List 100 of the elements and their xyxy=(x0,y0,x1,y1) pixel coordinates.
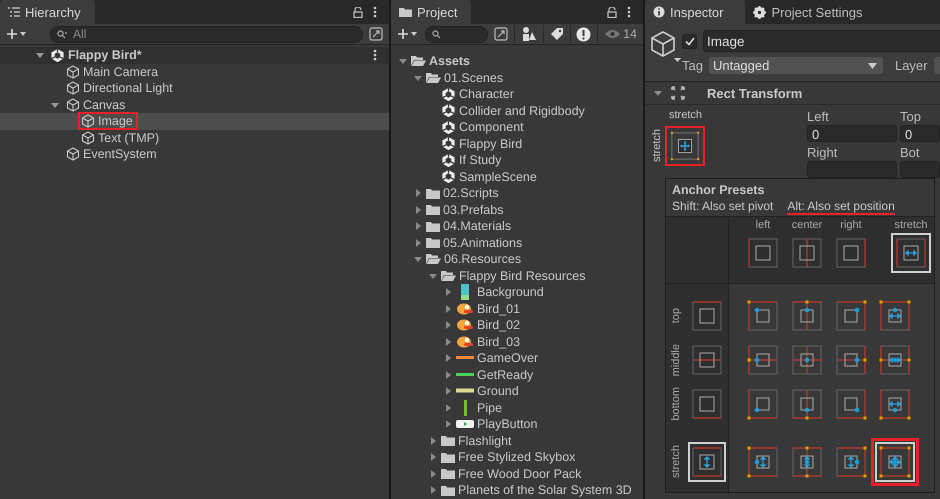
hidden-packages-button[interactable]: 14 xyxy=(604,27,637,41)
hint-text: Shift: Also set pivot xyxy=(672,199,774,215)
tag-dropdown[interactable]: Untagged xyxy=(708,57,883,74)
project-item[interactable]: Ground xyxy=(391,383,643,400)
project-item[interactable]: 03.Prefabs xyxy=(391,202,643,218)
caret-icon xyxy=(868,62,877,68)
search-field[interactable] xyxy=(425,26,488,42)
more-menu-icon[interactable] xyxy=(373,6,377,18)
search-field[interactable]: All xyxy=(50,26,363,42)
project-item[interactable]: Flappy Bird xyxy=(391,136,643,152)
number-field[interactable] xyxy=(900,161,940,178)
project-item[interactable]: Flashlight xyxy=(391,432,643,449)
field-label: Right xyxy=(807,145,838,160)
folder-icon xyxy=(426,220,440,232)
hierarchy-item[interactable]: Flappy Bird* xyxy=(0,47,389,64)
project-item[interactable]: PlayButton xyxy=(391,416,643,432)
search-icon xyxy=(57,30,68,38)
project-item[interactable]: GameOver xyxy=(391,350,643,366)
field-label: Top xyxy=(900,109,922,124)
project-item[interactable]: 05.Animations xyxy=(391,234,643,251)
expand-arrow-icon[interactable] xyxy=(653,88,663,98)
eye-icon xyxy=(604,29,622,39)
project-item[interactable]: Component xyxy=(391,119,643,136)
bird-sprite-icon xyxy=(456,318,474,332)
hierarchy-item[interactable]: Main Camera xyxy=(0,64,389,80)
project-item[interactable]: Character xyxy=(391,86,643,102)
anchor-presets-button[interactable] xyxy=(665,126,705,166)
project-item[interactable]: Bird_01 xyxy=(391,300,643,317)
lock-icon[interactable] xyxy=(607,6,617,18)
project-item[interactable]: Free Stylized Skybox xyxy=(391,449,643,466)
tag-icon[interactable] xyxy=(550,27,564,41)
project-tab[interactable]: Project xyxy=(391,0,472,24)
cube-icon[interactable] xyxy=(650,30,682,64)
component-header[interactable]: Rect Transform xyxy=(645,82,940,105)
info-icon xyxy=(653,6,665,18)
project-item[interactable]: Bird_03 xyxy=(391,334,643,350)
project-item[interactable]: Pipe xyxy=(391,400,643,416)
anchor-horizontal-label: stretch xyxy=(669,109,704,121)
hierarchy-item[interactable]: Directional Light xyxy=(0,80,389,96)
number-field[interactable]: 0 xyxy=(900,125,940,142)
unity-scene-icon xyxy=(441,152,456,168)
project-item[interactable]: Collider and Rigidbody xyxy=(391,102,643,119)
cube-icon xyxy=(81,114,95,128)
project-item[interactable]: 01.Scenes xyxy=(391,70,643,86)
expand-arrow-icon[interactable] xyxy=(398,56,408,66)
project-item[interactable]: Bird_02 xyxy=(391,317,643,334)
warning-icon[interactable] xyxy=(576,26,592,42)
project-item[interactable]: Free Wood Door Pack xyxy=(391,466,643,482)
active-checkbox[interactable] xyxy=(682,34,697,48)
row-label: top xyxy=(670,308,682,324)
unity-scene-icon xyxy=(441,120,456,135)
cube-icon xyxy=(66,147,80,162)
row-label: middle xyxy=(670,344,682,376)
add-dropdown-button[interactable] xyxy=(397,28,419,40)
bird-sprite-icon xyxy=(456,334,474,349)
project-item[interactable]: If Study xyxy=(391,152,643,168)
folder-icon xyxy=(399,7,412,17)
column-label: left xyxy=(756,219,770,231)
unity-scene-icon xyxy=(441,103,456,118)
project-item[interactable]: Flappy Bird Resources xyxy=(391,268,643,284)
project-item[interactable]: 02.Scripts xyxy=(391,185,643,202)
project-item[interactable]: Planets of the Solar System 3D xyxy=(391,482,643,498)
hierarchy-item[interactable]: Image xyxy=(0,113,389,130)
scene-view-icon[interactable] xyxy=(369,27,383,41)
hierarchy-item[interactable]: Text (TMP) xyxy=(0,130,389,146)
folder-icon xyxy=(441,468,455,480)
row-label: stretch xyxy=(670,445,682,478)
name-field[interactable]: Image xyxy=(703,30,940,52)
add-dropdown-button[interactable] xyxy=(6,28,28,40)
more-menu-icon[interactable] xyxy=(627,6,631,18)
expand-arrow-icon[interactable] xyxy=(412,254,422,264)
column-label: right xyxy=(840,219,862,231)
sprite-thumbnail-icon xyxy=(456,388,474,394)
folder-icon xyxy=(426,237,440,248)
search-icon xyxy=(432,30,441,38)
anchor-preset-button[interactable] xyxy=(688,442,726,482)
expand-arrow-icon[interactable] xyxy=(34,50,44,60)
unity-scene-icon xyxy=(50,48,65,63)
inspector-tab[interactable]: Project Settings xyxy=(745,0,877,24)
hierarchy-item[interactable]: EventSystem xyxy=(0,146,389,162)
anchor-preset-button[interactable] xyxy=(891,233,931,273)
scene-view-icon[interactable] xyxy=(494,27,508,41)
hierarchy-tab[interactable]: Hierarchy xyxy=(0,0,95,24)
project-item[interactable]: 04.Materials xyxy=(391,218,643,234)
list-icon xyxy=(8,7,20,17)
folder-icon xyxy=(441,452,455,463)
open-folder-icon xyxy=(426,72,441,84)
inspector-tab[interactable]: Inspector xyxy=(645,0,746,24)
number-field[interactable]: 0 xyxy=(807,125,897,142)
number-field[interactable] xyxy=(807,161,897,178)
cube-icon xyxy=(66,81,80,96)
more-menu-icon[interactable] xyxy=(373,49,377,62)
shapes-icon[interactable] xyxy=(520,26,537,42)
project-item[interactable]: Assets xyxy=(391,53,643,70)
hierarchy-item[interactable]: Canvas xyxy=(0,96,389,113)
project-item[interactable]: SampleScene xyxy=(391,168,643,185)
project-item[interactable]: GetReady xyxy=(391,366,643,383)
lock-icon[interactable] xyxy=(353,6,363,18)
project-item[interactable]: Background xyxy=(391,284,643,300)
project-item[interactable]: 06.Resources xyxy=(391,251,643,268)
